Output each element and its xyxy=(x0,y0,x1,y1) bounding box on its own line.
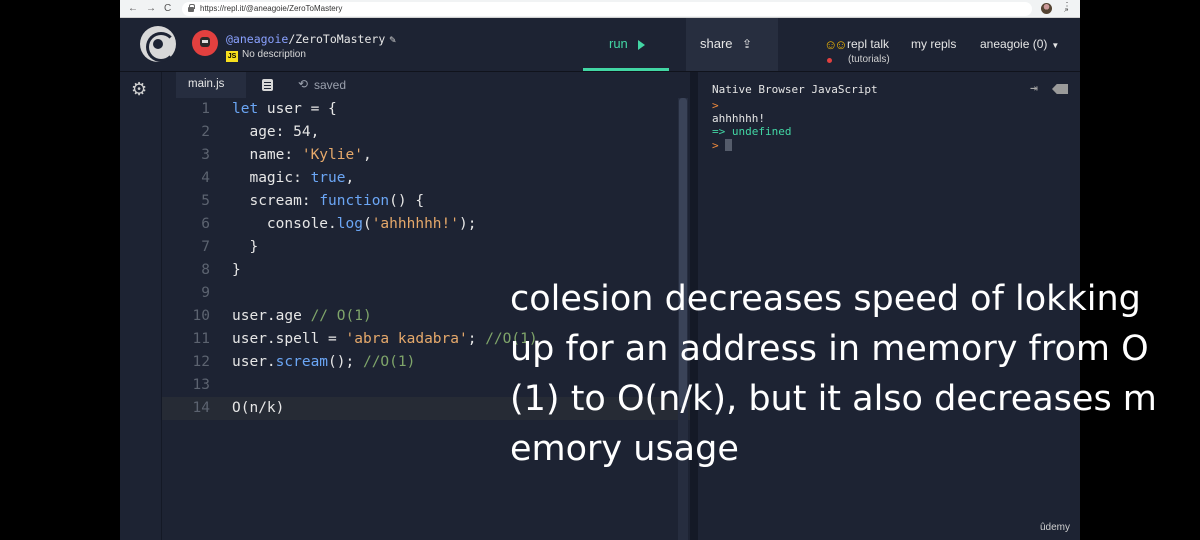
udemy-watermark-icon: ûdemy xyxy=(1040,522,1071,533)
saved-status: saved xyxy=(314,78,347,92)
line-number: 8 xyxy=(201,262,210,278)
code-text: name: 'Kylie', xyxy=(232,147,372,163)
code-text: } xyxy=(232,239,259,255)
code-line[interactable]: 3 name: 'Kylie', xyxy=(162,144,690,167)
console-title: Native Browser JavaScript xyxy=(712,83,878,96)
run-button[interactable]: run xyxy=(583,18,669,71)
line-number: 9 xyxy=(201,285,210,301)
repl-avatar xyxy=(192,30,218,56)
repl-owner-link[interactable]: @aneagoie xyxy=(226,32,288,46)
code-line[interactable]: 4 magic: true, xyxy=(162,167,690,190)
code-text: user.age // O(1) xyxy=(232,308,372,324)
profile-avatar-icon[interactable] xyxy=(1041,3,1052,14)
code-text: age: 54, xyxy=(232,124,320,140)
line-number: 3 xyxy=(201,147,210,163)
console-result: => undefined xyxy=(712,125,792,138)
code-line[interactable]: 6 console.log('ahhhhhh!'); xyxy=(162,213,690,236)
user-menu-label: aneagoie (0) xyxy=(980,37,1048,51)
line-number: 7 xyxy=(201,239,210,255)
line-number: 2 xyxy=(201,124,210,140)
format-code-icon[interactable] xyxy=(262,79,273,91)
console-prompt: > xyxy=(712,99,719,112)
reload-button[interactable]: C xyxy=(164,2,171,16)
share-icon: ⇪ xyxy=(742,37,753,51)
code-text: let user = { xyxy=(232,101,337,117)
url-text: https://repl.it/@aneagoie/ZeroToMastery xyxy=(200,4,343,13)
code-text: O(n/k) xyxy=(232,400,285,416)
repl-talk-link[interactable]: repl talk xyxy=(847,37,889,51)
code-text: user.spell = 'abra kadabra'; //O(1) xyxy=(232,331,538,347)
exit-icon[interactable]: ⇥ xyxy=(1030,81,1038,96)
code-text: scream: function() { xyxy=(232,193,425,209)
repl-talk-icon[interactable]: ☺☺ xyxy=(824,37,847,52)
repl-header: @aneagoie/ZeroToMastery ✎ JS No descripti… xyxy=(120,18,1080,72)
code-line[interactable]: 5 scream: function() { xyxy=(162,190,690,213)
line-number: 5 xyxy=(201,193,210,209)
forward-button[interactable]: → xyxy=(146,2,156,16)
back-button[interactable]: ← xyxy=(128,2,138,16)
line-number: 14 xyxy=(192,400,210,416)
line-number: 12 xyxy=(192,354,210,370)
code-text: } xyxy=(232,262,241,278)
repl-title[interactable]: @aneagoie/ZeroToMastery ✎ xyxy=(226,32,396,46)
repl-name: /ZeroToMastery xyxy=(288,32,386,46)
notification-dot xyxy=(827,58,832,63)
pencil-edit-icon[interactable]: ✎ xyxy=(389,33,396,46)
user-menu[interactable]: aneagoie (0) ▼ xyxy=(980,37,1059,51)
line-number: 4 xyxy=(201,170,210,186)
sidebar: ⚙ xyxy=(120,72,162,540)
gear-icon[interactable]: ⚙ xyxy=(131,80,147,98)
console-input-line[interactable]: > xyxy=(712,139,732,152)
code-line[interactable]: 2 age: 54, xyxy=(162,121,690,144)
run-active-indicator xyxy=(583,68,669,71)
clear-console-icon[interactable] xyxy=(1052,84,1068,94)
line-number: 6 xyxy=(201,216,210,232)
line-number: 10 xyxy=(192,308,210,324)
code-text: console.log('ahhhhhh!'); xyxy=(232,216,477,232)
console-prompt: > xyxy=(712,139,719,152)
tab-main-js[interactable]: main.js xyxy=(176,72,246,98)
my-repls-link[interactable]: my repls xyxy=(911,37,956,51)
more-menu-icon[interactable]: ⋮ xyxy=(1062,1,1072,12)
address-bar[interactable]: https://repl.it/@aneagoie/ZeroToMastery … xyxy=(182,2,1069,16)
line-number: 11 xyxy=(192,331,210,347)
code-text: magic: true, xyxy=(232,170,355,186)
browser-chrome: ← → C https://repl.it/@aneagoie/ZeroToMa… xyxy=(120,0,1080,18)
code-line[interactable]: 1 let user = { xyxy=(162,98,690,121)
history-icon[interactable]: ⟲ xyxy=(298,77,308,91)
repl-description[interactable]: No description xyxy=(242,49,306,60)
share-label: share xyxy=(700,36,733,51)
line-number: 13 xyxy=(192,377,210,393)
tab-label: main.js xyxy=(188,78,225,90)
editor-tabbar: main.js ⟲ saved xyxy=(162,72,690,98)
run-label: run xyxy=(609,36,628,51)
code-line[interactable]: 7 } xyxy=(162,236,690,259)
repl-talk-subtitle[interactable]: (tutorials) xyxy=(848,54,890,65)
line-number: 1 xyxy=(201,101,210,117)
video-caption: colesion decreases speed of lokking up f… xyxy=(510,279,1157,469)
replit-logo-icon[interactable] xyxy=(140,26,176,62)
share-button[interactable]: share ⇪ xyxy=(686,18,778,71)
text-cursor xyxy=(724,139,732,151)
caret-down-icon: ▼ xyxy=(1051,41,1060,50)
code-text: user.scream(); //O(1) xyxy=(232,354,416,370)
play-icon xyxy=(638,40,645,50)
console-output: ahhhhhh! xyxy=(712,112,765,125)
js-language-icon: JS xyxy=(226,51,238,62)
lock-icon xyxy=(188,4,195,12)
